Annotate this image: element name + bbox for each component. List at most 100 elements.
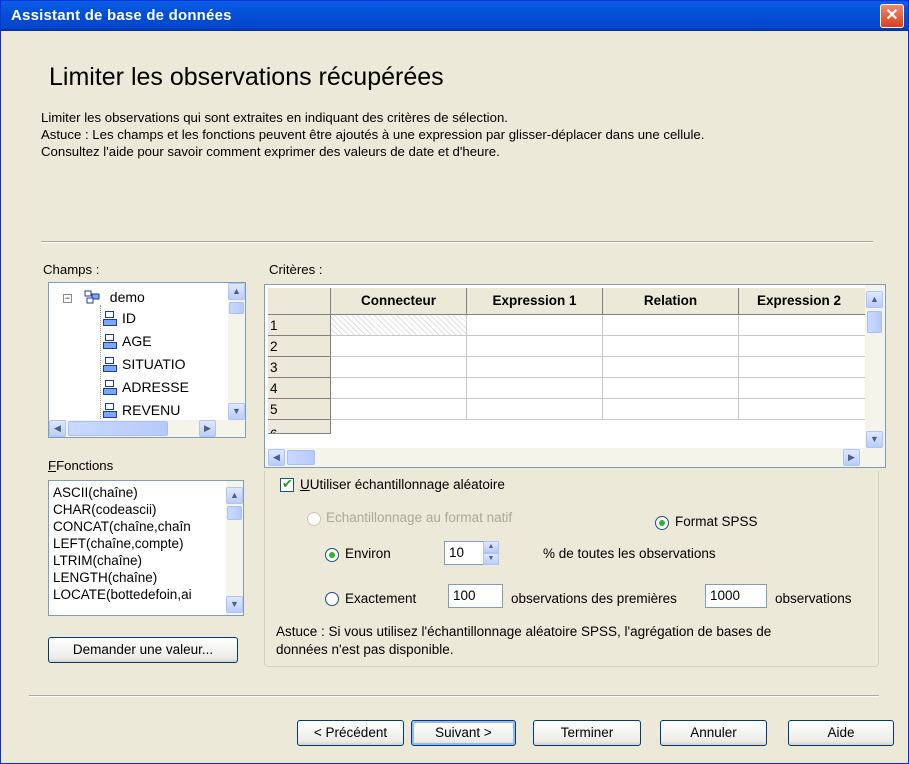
scroll-right-icon[interactable]: ▶ — [843, 449, 860, 466]
list-item[interactable]: ASCII(chaîne) — [53, 484, 138, 501]
fields-label: Champs : — [43, 262, 100, 277]
approximately-label[interactable]: Environ — [345, 546, 391, 561]
cancel-button[interactable]: Annuler — [660, 720, 767, 746]
exactly-radio[interactable] — [325, 592, 339, 606]
grid-cell[interactable] — [739, 357, 867, 378]
native-sampling-label[interactable]: Echantillonnage au format natif — [326, 510, 512, 525]
grid-cell[interactable] — [467, 399, 603, 420]
scroll-left-icon[interactable]: ◀ — [268, 449, 285, 466]
native-sampling-radio[interactable] — [307, 512, 321, 526]
scroll-thumb[interactable] — [867, 311, 882, 333]
criteria-grid[interactable]: Connecteur Expression 1 Relation Express… — [264, 284, 886, 468]
spss-format-label[interactable]: Format SPSS — [675, 514, 758, 529]
scroll-right-icon[interactable]: ▶ — [199, 420, 216, 437]
functions-list[interactable]: ASCII(chaîne) CHAR(codeascii) CONCAT(cha… — [48, 480, 244, 616]
scroll-up-icon[interactable]: ▲ — [228, 283, 245, 300]
scroll-down-icon[interactable]: ▼ — [226, 596, 243, 613]
tree-item[interactable]: ADRESSE — [103, 378, 189, 396]
tree-item[interactable]: AGE — [103, 332, 152, 350]
scroll-thumb[interactable] — [227, 506, 242, 520]
row-header[interactable]: 4 — [268, 378, 331, 399]
row-header[interactable]: 6 — [268, 420, 331, 434]
scroll-up-icon[interactable]: ▲ — [866, 291, 883, 308]
grid-cell[interactable] — [603, 315, 739, 336]
first-records-input[interactable]: 1000 — [705, 584, 767, 608]
scroll-thumb[interactable] — [287, 450, 315, 465]
row-header[interactable]: 2 — [268, 336, 331, 357]
grid-cell[interactable] — [603, 357, 739, 378]
description-line-2: Astuce : Les champs et les fonctions peu… — [41, 127, 705, 142]
grid-vertical-scrollbar[interactable]: ▲ ▼ — [865, 285, 885, 450]
list-item[interactable]: LOCATE(bottedefoin,ai — [53, 586, 192, 603]
tree-item[interactable]: SITUATIO — [103, 355, 186, 373]
list-item[interactable]: CONCAT(chaîne,chaîn — [53, 518, 191, 535]
grid-cell[interactable] — [331, 315, 467, 336]
title-bar[interactable]: Assistant de base de données ✕ — [1, 1, 908, 31]
random-sampling-label[interactable]: UUtiliser échantillonnage aléatoire — [300, 477, 505, 492]
list-item[interactable]: LENGTH(chaîne) — [53, 569, 157, 586]
approximately-percent-input[interactable]: 10 — [444, 541, 484, 565]
field-icon — [103, 334, 117, 349]
spss-format-radio[interactable] — [655, 516, 669, 530]
row-header[interactable]: 3 — [268, 357, 331, 378]
grid-cell[interactable] — [739, 399, 867, 420]
random-sampling-checkbox[interactable] — [280, 476, 294, 492]
fields-vertical-scrollbar[interactable]: ▲ ▼ — [228, 283, 245, 420]
collapse-icon[interactable]: − — [63, 294, 72, 303]
next-button[interactable]: Suivant > — [411, 720, 516, 746]
column-header[interactable]: Expression 2 — [739, 288, 867, 315]
grid-cell[interactable] — [603, 399, 739, 420]
column-header[interactable]: Expression 1 — [467, 288, 603, 315]
field-icon — [103, 380, 117, 395]
scroll-down-icon[interactable]: ▼ — [866, 431, 883, 448]
percent-spinner[interactable]: ▲ ▼ — [483, 541, 499, 565]
field-icon — [103, 311, 117, 326]
fields-tree[interactable]: − demo ID AGE SITUATIO ADRESSE REVENU ▲ … — [48, 282, 246, 438]
grid-cell[interactable] — [331, 336, 467, 357]
fields-horizontal-scrollbar[interactable]: ◀ ▶ — [49, 420, 245, 437]
column-header[interactable]: Connecteur — [331, 288, 467, 315]
functions-vertical-scrollbar[interactable]: ▲ ▼ — [226, 481, 243, 615]
grid-cell[interactable] — [603, 336, 739, 357]
grid-cell[interactable] — [739, 315, 867, 336]
field-icon — [103, 403, 117, 418]
grid-cell[interactable] — [467, 357, 603, 378]
list-item[interactable]: LTRIM(chaîne) — [53, 552, 142, 569]
scroll-up-icon[interactable]: ▲ — [226, 487, 243, 504]
grid-cell[interactable] — [603, 378, 739, 399]
ask-value-button[interactable]: Demander une valeur... — [48, 637, 238, 663]
window-title: Assistant de base de données — [11, 7, 232, 24]
list-item[interactable]: CHAR(codeascii) — [53, 501, 157, 518]
scroll-left-icon[interactable]: ◀ — [49, 420, 66, 437]
grid-cell[interactable] — [467, 315, 603, 336]
sampling-tip-line-2: données n'est pas disponible. — [276, 642, 454, 657]
exactly-count-input[interactable]: 100 — [448, 584, 503, 608]
row-header[interactable]: 5 — [268, 399, 331, 420]
grid-cell[interactable] — [331, 357, 467, 378]
approximately-radio[interactable] — [325, 548, 339, 562]
previous-button[interactable]: < Précédent — [297, 720, 404, 746]
finish-button[interactable]: Terminer — [533, 720, 641, 746]
column-header[interactable]: Relation — [603, 288, 739, 315]
tree-item[interactable]: REVENU — [103, 401, 180, 419]
grid-horizontal-scrollbar[interactable]: ◀ ▶ — [265, 448, 885, 467]
row-header[interactable]: 1 — [268, 315, 331, 336]
grid-cell[interactable] — [467, 336, 603, 357]
help-button[interactable]: Aide — [788, 720, 894, 746]
spin-down-icon[interactable]: ▼ — [483, 553, 499, 565]
scroll-thumb[interactable] — [229, 302, 244, 314]
close-icon[interactable]: ✕ — [880, 4, 904, 28]
scroll-thumb[interactable] — [68, 421, 168, 436]
grid-cell[interactable] — [739, 378, 867, 399]
tree-item[interactable]: ID — [103, 309, 136, 327]
spin-up-icon[interactable]: ▲ — [483, 541, 499, 553]
grid-cell[interactable] — [739, 336, 867, 357]
scroll-down-icon[interactable]: ▼ — [228, 403, 245, 420]
exactly-label[interactable]: Exactement — [345, 591, 416, 606]
list-item[interactable]: LEFT(chaîne,compte) — [53, 535, 184, 552]
random-sampling-label-text: Utiliser échantillonnage aléatoire — [309, 477, 505, 492]
grid-cell[interactable] — [467, 378, 603, 399]
grid-cell[interactable] — [331, 378, 467, 399]
tree-root[interactable]: − demo — [63, 288, 145, 306]
grid-cell[interactable] — [331, 399, 467, 420]
